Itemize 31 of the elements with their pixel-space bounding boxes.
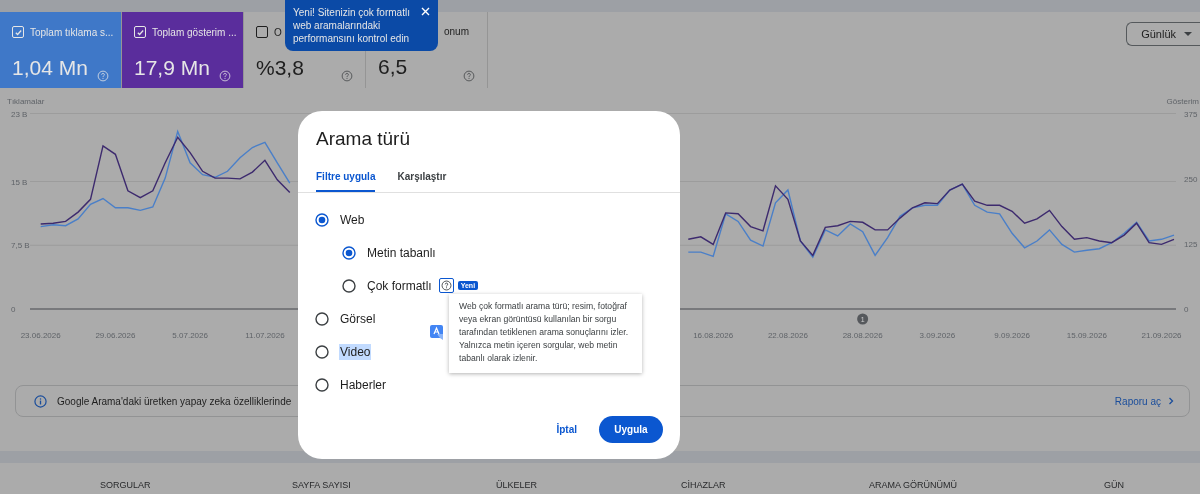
banner-text: Google Arama'daki üretken yapay zeka özelliklerinde — [57, 395, 292, 407]
axis-tick-label: 5.07.2026 — [172, 331, 208, 340]
metric-value: 17,9 Mn — [134, 56, 210, 80]
dialog-title: Arama türü — [315, 127, 411, 151]
metric-label: Toplam tıklama s... — [30, 26, 114, 38]
axis-tick-label: 3.09.2026 — [919, 331, 956, 340]
axis-tick-label: 23 B — [11, 109, 28, 119]
axis-tick-label: 21.09.2026 — [1141, 331, 1182, 340]
axis-tick-label: 23.06.2026 — [20, 331, 61, 340]
metric-label: Toplam gösterim ... — [152, 26, 237, 38]
axis-tick-label: 7,5 B — [11, 241, 30, 251]
axis-tick-label: 250 — [1184, 174, 1198, 184]
tooltip-text: Yeni! Sitenizin çok formatlı web aramalarındaki performansını kontrol edin — [293, 6, 411, 45]
metric-label: O — [274, 26, 282, 38]
axis-tick-label: 29.06.2026 — [95, 331, 136, 340]
metric-label: onum — [444, 26, 469, 37]
metric-value: %3,8 — [256, 56, 304, 80]
axis-tick-label: 11.07.2026 — [245, 331, 285, 340]
axis-tick-label: 9.09.2026 — [994, 331, 1030, 340]
metric-value: 1,04 Mn — [12, 56, 88, 80]
axis-tick-label: 125 — [1184, 239, 1198, 249]
axis-title: Tıklamalar — [7, 97, 45, 106]
axis-tick-label: 16.08.2026 — [693, 331, 734, 340]
metric-value: 6,5 — [378, 55, 408, 79]
help-popup: Web çok formatlı arama türü; resim, fotoğraf veya ekran görüntüsü kullanılan bir sorgu tarafından tetiklenen arama sonuçlarını izler. Yalnızca metin içeren sorgular, web metin tabanlı olarak izlenir. — [449, 294, 642, 373]
axis-tick-label: 28.08.2026 — [842, 331, 883, 340]
axis-title: Gösterim — [1166, 97, 1199, 106]
axis-tick-label: 375 — [1184, 109, 1198, 119]
axis-tick-label: 22.08.2026 — [767, 331, 808, 340]
axis-tick-label: 15.09.2026 — [1066, 331, 1107, 340]
axis-tick-label: 15 B — [11, 177, 28, 187]
